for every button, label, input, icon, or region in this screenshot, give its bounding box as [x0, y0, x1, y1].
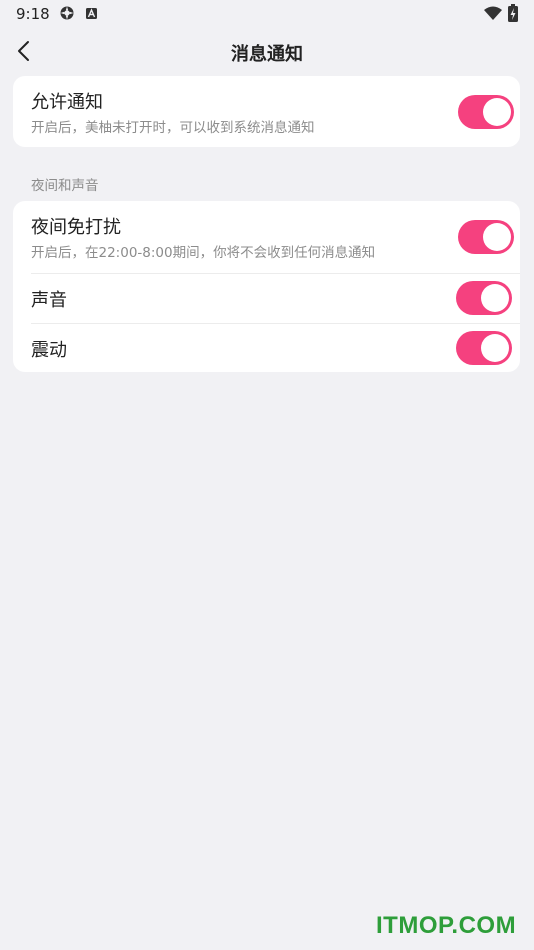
do-not-disturb-toggle[interactable] — [458, 220, 514, 254]
do-not-disturb-title: 夜间免打扰 — [31, 217, 121, 238]
settings-gear-icon — [60, 6, 74, 20]
sound-toggle[interactable] — [456, 281, 512, 315]
do-not-disturb-row: 夜间免打扰 开启后，在22:00-8:00期间，你将不会收到任何消息通知 — [13, 201, 520, 273]
allow-notifications-toggle[interactable] — [458, 95, 514, 129]
watermark: ITMOP.COM — [376, 912, 517, 939]
battery-charging-icon — [508, 4, 518, 22]
vibration-toggle[interactable] — [456, 331, 512, 365]
vibration-row: 震动 — [13, 324, 520, 372]
toggle-knob — [481, 334, 509, 362]
night-sound-card: 夜间免打扰 开启后，在22:00-8:00期间，你将不会收到任何消息通知 声音 … — [13, 201, 520, 372]
sound-title: 声音 — [31, 290, 67, 311]
vibration-title: 震动 — [31, 340, 67, 361]
allow-notifications-description: 开启后，美柚未打开时，可以收到系统消息通知 — [31, 120, 315, 136]
page-title: 消息通知 — [231, 44, 303, 65]
status-bar: 9:18 — [0, 0, 534, 28]
allow-notifications-row: 允许通知 开启后，美柚未打开时，可以收到系统消息通知 — [13, 76, 520, 147]
section-header-night-sound: 夜间和声音 — [31, 178, 99, 194]
a-letter-icon — [86, 8, 97, 19]
toggle-knob — [483, 223, 511, 251]
nav-bar: 消息通知 — [0, 28, 534, 74]
sound-row: 声音 — [13, 274, 520, 323]
allow-notifications-title: 允许通知 — [31, 92, 103, 113]
allow-notifications-card: 允许通知 开启后，美柚未打开时，可以收到系统消息通知 — [13, 76, 520, 147]
status-time: 9:18 — [16, 5, 50, 23]
toggle-knob — [481, 284, 509, 312]
wifi-icon — [484, 6, 502, 20]
toggle-knob — [483, 98, 511, 126]
do-not-disturb-description: 开启后，在22:00-8:00期间，你将不会收到任何消息通知 — [31, 245, 376, 261]
